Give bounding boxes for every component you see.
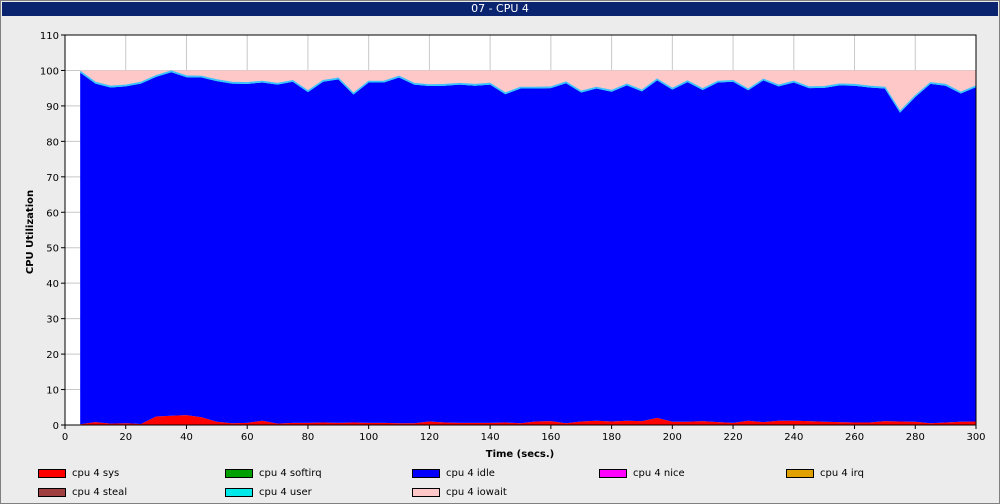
x-tick-label: 280 bbox=[906, 432, 925, 443]
y-tick-label: 10 bbox=[46, 386, 59, 397]
legend-swatch bbox=[412, 468, 440, 478]
y-tick-label: 80 bbox=[46, 137, 59, 148]
legend-label: cpu 4 iowait bbox=[446, 486, 507, 498]
x-tick-label: 140 bbox=[481, 432, 500, 443]
legend-swatch bbox=[599, 468, 627, 478]
legend-swatch bbox=[38, 487, 66, 497]
legend-label: cpu 4 nice bbox=[633, 467, 685, 479]
legend-item-cpu-4-sys: cpu 4 sys bbox=[38, 467, 119, 479]
legend-item-cpu-4-idle: cpu 4 idle bbox=[412, 467, 495, 479]
y-tick-label: 20 bbox=[46, 350, 59, 361]
area-cpu-4-idle bbox=[80, 72, 977, 425]
legend-item-cpu-4-nice: cpu 4 nice bbox=[599, 467, 685, 479]
y-tick-label: 0 bbox=[53, 421, 59, 432]
x-tick-label: 180 bbox=[602, 432, 621, 443]
x-tick-label: 0 bbox=[62, 432, 68, 443]
legend-label: cpu 4 sys bbox=[72, 467, 120, 479]
cpu-utilization-chart: 0 20 40 60 80 100 120 140 160 180 200 220 240 260 280 3… bbox=[25, 31, 986, 460]
y-tick-label: 50 bbox=[46, 244, 59, 255]
y-tick-label: 90 bbox=[46, 102, 59, 113]
legend-label: cpu 4 softirq bbox=[259, 467, 322, 479]
legend-item-cpu-4-steal: cpu 4 steal bbox=[38, 486, 127, 498]
y-tick-label: 60 bbox=[46, 208, 59, 219]
y-tick-label: 30 bbox=[46, 315, 59, 326]
legend-swatch bbox=[225, 487, 253, 497]
legend-swatch bbox=[225, 468, 253, 478]
x-axis-label: Time (secs.) bbox=[486, 449, 555, 460]
legend-item-cpu-4-irq: cpu 4 irq bbox=[786, 467, 864, 479]
y-tick-label: 40 bbox=[46, 279, 59, 290]
stacked-areas bbox=[79, 70, 977, 425]
legend-label: cpu 4 user bbox=[259, 486, 312, 498]
legend-swatch bbox=[412, 487, 440, 497]
legend-label: cpu 4 idle bbox=[446, 467, 495, 479]
x-tick-label: 120 bbox=[420, 432, 439, 443]
x-tick-label: 100 bbox=[359, 432, 378, 443]
y-axis-label: CPU Utilization bbox=[25, 190, 36, 274]
x-tick-label: 160 bbox=[541, 432, 560, 443]
legend-swatch bbox=[38, 468, 66, 478]
legend-label: cpu 4 irq bbox=[820, 467, 864, 479]
x-tick-label: 40 bbox=[180, 432, 193, 443]
x-tick-label: 260 bbox=[845, 432, 864, 443]
y-tick-label: 100 bbox=[40, 66, 59, 77]
legend-item-cpu-4-user: cpu 4 user bbox=[225, 486, 312, 498]
legend-item-cpu-4-iowait: cpu 4 iowait bbox=[412, 486, 507, 498]
x-tick-label: 300 bbox=[966, 432, 985, 443]
x-tick-label: 220 bbox=[724, 432, 743, 443]
legend-swatch bbox=[786, 468, 814, 478]
x-tick-label: 80 bbox=[302, 432, 315, 443]
x-tick-label: 240 bbox=[784, 432, 803, 443]
legend-item-cpu-4-softirq: cpu 4 softirq bbox=[225, 467, 322, 479]
y-tick-label: 70 bbox=[46, 173, 59, 184]
x-tick-label: 200 bbox=[663, 432, 682, 443]
legend-label: cpu 4 steal bbox=[72, 486, 128, 498]
x-tick-label: 20 bbox=[119, 432, 132, 443]
x-tick-label: 60 bbox=[241, 432, 254, 443]
y-tick-label: 110 bbox=[40, 31, 59, 42]
